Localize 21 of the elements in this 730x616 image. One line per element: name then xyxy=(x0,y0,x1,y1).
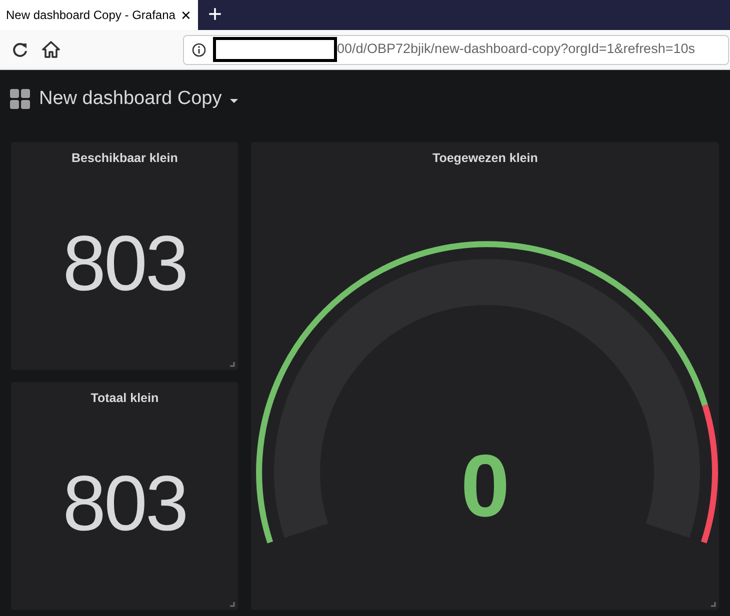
panel-title: Beschikbaar klein xyxy=(72,150,178,167)
reload-icon[interactable] xyxy=(12,42,28,58)
new-tab-button[interactable]: + xyxy=(198,0,232,30)
gauge-value: 0 xyxy=(460,442,510,530)
resize-handle-icon[interactable] xyxy=(230,362,236,367)
stat-value: 803 xyxy=(62,464,187,542)
info-icon[interactable] xyxy=(192,42,206,56)
close-tab-button[interactable]: ✕ xyxy=(179,8,192,22)
caret-icon xyxy=(230,98,238,104)
home-icon[interactable] xyxy=(42,41,60,58)
resize-handle-icon[interactable] xyxy=(711,602,716,607)
stat-value: 803 xyxy=(62,224,187,302)
browser-tab[interactable]: New dashboard Copy - Grafana ✕ xyxy=(0,0,198,30)
panel-title: Toegewezen klein xyxy=(432,150,538,167)
panel-title: Totaal klein xyxy=(90,390,159,407)
dashboard-grid-icon xyxy=(10,89,30,109)
resize-handle-icon[interactable] xyxy=(230,602,236,607)
dashboard-title-dropdown[interactable]: New dashboard Copy xyxy=(39,84,238,114)
tab-title: New dashboard Copy - Grafana xyxy=(6,7,176,24)
url-text: 00/d/OBP72bjik/new-dashboard-copy?orgId=1&refresh=10s xyxy=(337,40,695,58)
address-bar[interactable]: 00/d/OBP72bjik/new-dashboard-copy?orgId=1&refresh=10s xyxy=(183,34,729,64)
